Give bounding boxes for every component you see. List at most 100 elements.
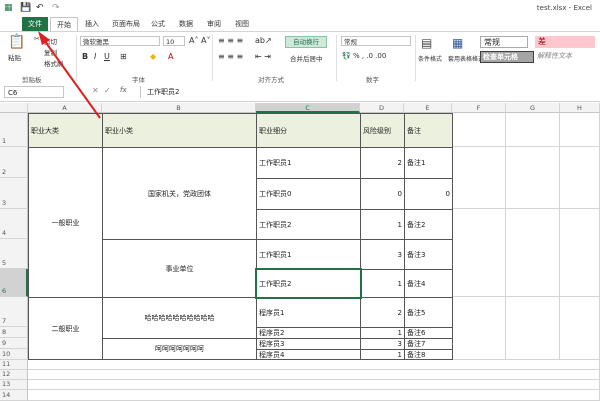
header-cell-c[interactable]: 职业细分: [256, 113, 361, 148]
category-cell[interactable]: 二般职业: [28, 297, 103, 360]
header-cell-b[interactable]: 职业小类: [102, 113, 257, 148]
detail-cell[interactable]: 工作职员1: [256, 147, 361, 179]
undo-icon[interactable]: ↶: [36, 3, 44, 13]
underline-button[interactable]: U: [104, 52, 110, 61]
subcategory-cell[interactable]: 哈哈哈哈哈哈哈哈哈哈: [102, 297, 257, 339]
header-cell-a[interactable]: 职业大类: [28, 113, 103, 148]
fill-color-icon[interactable]: ◆: [150, 52, 156, 61]
empty-cell[interactable]: [506, 209, 560, 297]
border-icon[interactable]: ⊞: [120, 52, 127, 61]
row-header[interactable]: 8: [0, 327, 28, 338]
column-header-a[interactable]: A: [28, 103, 102, 113]
detail-cell[interactable]: 程序员1: [256, 297, 361, 328]
cut-button[interactable]: 剪切: [44, 36, 57, 46]
formula-input[interactable]: 工作职员2: [140, 86, 595, 98]
indent-icon[interactable]: ⇤ ⇥: [255, 52, 271, 61]
column-header-g[interactable]: G: [506, 103, 560, 113]
italic-button[interactable]: I: [94, 52, 96, 61]
note-cell[interactable]: 备注1: [404, 147, 453, 179]
row-header[interactable]: 3: [0, 178, 28, 209]
note-cell[interactable]: 备注5: [404, 297, 453, 328]
note-cell[interactable]: 备注4: [404, 269, 453, 298]
font-name-select[interactable]: 微软雅黑: [80, 36, 160, 46]
header-cell-d[interactable]: 风险级别: [360, 113, 405, 148]
wrap-text-button[interactable]: 自动换行: [285, 36, 327, 48]
redo-icon[interactable]: ↷: [52, 3, 60, 13]
header-cell-e[interactable]: 备注: [404, 113, 453, 148]
column-header-f[interactable]: F: [452, 103, 506, 113]
column-header-c[interactable]: C: [256, 103, 360, 113]
note-cell[interactable]: 备注3: [404, 239, 453, 270]
paste-button[interactable]: 粘贴: [8, 52, 21, 62]
row-header[interactable]: 12: [0, 370, 28, 380]
empty-cell[interactable]: [452, 297, 506, 360]
tab-page-layout[interactable]: 页面布局: [108, 18, 144, 30]
column-header-b[interactable]: B: [102, 103, 256, 113]
empty-row[interactable]: [28, 380, 600, 390]
column-header-h[interactable]: H: [560, 103, 600, 113]
worksheet-grid[interactable]: A B C D E F G H 1 2 3 4 5 6 7 8 9 10 11 …: [0, 103, 600, 401]
align-left-icon[interactable]: ≡ ≡ ≡: [218, 52, 243, 61]
empty-row[interactable]: [28, 360, 600, 370]
detail-cell[interactable]: 工作职员0: [256, 178, 361, 210]
tab-formulas[interactable]: 公式: [148, 18, 168, 30]
paste-icon[interactable]: 📋: [8, 34, 25, 50]
bold-button[interactable]: B: [82, 52, 88, 61]
detail-cell[interactable]: 工作职员2: [256, 209, 361, 240]
detail-cell[interactable]: 工作职员1: [256, 239, 361, 270]
table-format-button[interactable]: 套用表格格式: [448, 54, 484, 63]
tab-home[interactable]: 开始: [50, 17, 78, 32]
style-normal[interactable]: 常规: [480, 36, 528, 48]
row-header[interactable]: 2: [0, 147, 28, 178]
empty-cell[interactable]: [506, 297, 560, 360]
table-format-icon[interactable]: ▦: [452, 36, 463, 50]
empty-cell[interactable]: [560, 113, 600, 147]
row-header[interactable]: 6: [0, 269, 28, 297]
name-box[interactable]: C6: [4, 86, 64, 98]
insert-function-icon[interactable]: fx: [120, 86, 127, 94]
merge-center-button[interactable]: 合并后居中: [290, 53, 323, 63]
number-format-select[interactable]: 常规: [341, 36, 411, 46]
empty-row[interactable]: [28, 390, 600, 401]
subcategory-cell[interactable]: 事业单位: [102, 239, 257, 298]
tab-data[interactable]: 数据: [176, 18, 196, 30]
empty-cell[interactable]: [452, 209, 506, 297]
row-header[interactable]: 5: [0, 239, 28, 269]
detail-cell[interactable]: 程序员4: [256, 349, 361, 360]
risk-cell[interactable]: 1: [360, 349, 405, 360]
empty-row[interactable]: [28, 370, 600, 380]
tab-review[interactable]: 审阅: [204, 18, 224, 30]
tab-insert[interactable]: 插入: [82, 18, 102, 30]
risk-cell[interactable]: 3: [360, 239, 405, 270]
style-bad[interactable]: 差: [535, 36, 595, 48]
subcategory-cell[interactable]: 国家机关，党政团体: [102, 147, 257, 240]
empty-cell[interactable]: [560, 297, 600, 360]
align-top-icon[interactable]: ≡ ≡ ≡: [218, 36, 243, 45]
empty-cell[interactable]: [452, 113, 506, 147]
row-header[interactable]: 1: [0, 113, 28, 147]
row-header[interactable]: 9: [0, 338, 28, 349]
tab-file[interactable]: 文件: [22, 17, 48, 31]
empty-cell[interactable]: [506, 147, 560, 209]
empty-cell[interactable]: [560, 209, 600, 297]
currency-icon[interactable]: 💱 % , .0 .00: [342, 52, 386, 60]
column-header-e[interactable]: E: [404, 103, 452, 113]
save-icon[interactable]: 💾: [20, 3, 31, 13]
column-header-d[interactable]: D: [360, 103, 404, 113]
conditional-format-button[interactable]: 条件格式: [418, 54, 442, 63]
orientation-icon[interactable]: ab↗: [255, 36, 272, 45]
select-all-corner[interactable]: [0, 103, 28, 113]
risk-cell[interactable]: 2: [360, 297, 405, 328]
font-color-icon[interactable]: A: [168, 52, 173, 61]
risk-cell[interactable]: 1: [360, 209, 405, 240]
risk-cell[interactable]: 0: [360, 178, 405, 210]
style-check-cell[interactable]: 检查单元格: [480, 51, 534, 63]
row-header[interactable]: 13: [0, 380, 28, 390]
note-cell[interactable]: 0: [404, 178, 453, 210]
font-size-select[interactable]: 10: [163, 36, 185, 46]
empty-cell[interactable]: [560, 147, 600, 209]
row-header[interactable]: 4: [0, 209, 28, 239]
empty-cell[interactable]: [452, 147, 506, 209]
conditional-format-icon[interactable]: ▤: [421, 36, 432, 50]
row-header[interactable]: 7: [0, 297, 28, 327]
